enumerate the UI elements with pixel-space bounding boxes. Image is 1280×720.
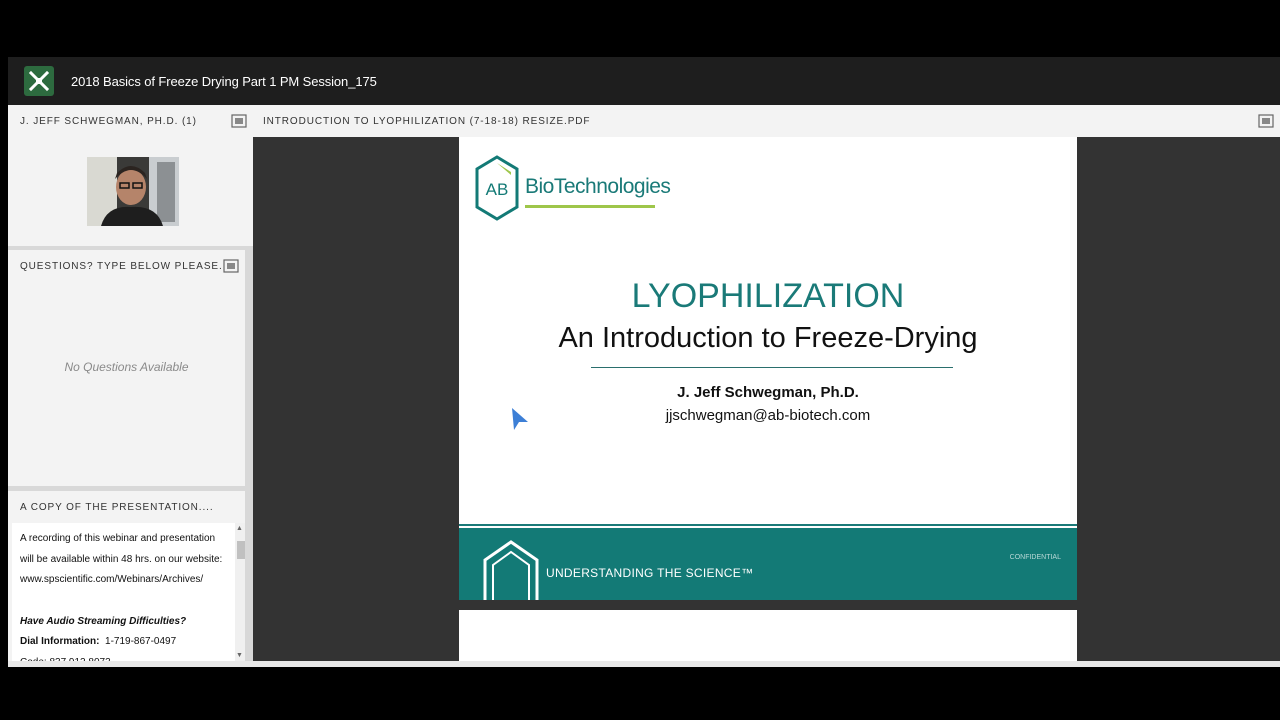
scroll-up-icon[interactable]: ▲ — [236, 525, 243, 532]
slide-footer: UNDERSTANDING THE SCIENCE™ CONFIDENTIAL — [459, 528, 1077, 600]
notes-content: A recording of this webinar and presenta… — [12, 523, 240, 661]
hexagon-logo-icon: AB — [475, 155, 519, 221]
ab-biotech-logo: AB BioTechnologies — [473, 155, 671, 228]
bottom-strip — [8, 661, 1280, 667]
app-logo-icon — [24, 66, 54, 96]
next-slide-edge — [459, 610, 1077, 661]
share-pod-title: INTRODUCTION TO LYOPHILIZATION (7-18-18)… — [263, 115, 591, 127]
camera-pod-header: J. JEFF SCHWEGMAN, PH.D. (1) — [8, 105, 253, 137]
notes-line: will be available within 48 hrs. on our … — [20, 553, 223, 565]
brand-initials: AB — [486, 180, 509, 199]
notes-scrollbar[interactable]: ▲ ▼ — [235, 523, 245, 661]
presenter-name: J. Jeff Schwegman, Ph.D. — [677, 384, 859, 401]
questions-pod: QUESTIONS? TYPE BELOW PLEASE. No Questio… — [8, 250, 245, 486]
house-outline-icon — [483, 540, 539, 600]
slide-subtitle: An Introduction to Freeze-Drying — [558, 322, 978, 354]
no-questions-message: No Questions Available — [64, 360, 189, 374]
notes-pod-title: A COPY OF THE PRESENTATION.... — [20, 501, 214, 513]
scroll-down-icon[interactable]: ▼ — [236, 652, 243, 659]
questions-pod-title: QUESTIONS? TYPE BELOW PLEASE. — [20, 260, 223, 272]
dial-label: Dial Information: — [20, 636, 100, 647]
notes-pod-header: A COPY OF THE PRESENTATION.... — [8, 491, 245, 523]
share-pod-header: INTRODUCTION TO LYOPHILIZATION (7-18-18)… — [253, 105, 1280, 137]
app-title-bar: 2018 Basics of Freeze Drying Part 1 PM S… — [8, 57, 1280, 105]
meeting-title: 2018 Basics of Freeze Drying Part 1 PM S… — [71, 73, 377, 89]
brand-name: BioTechnologies — [525, 175, 671, 198]
questions-pod-header: QUESTIONS? TYPE BELOW PLEASE. — [8, 250, 245, 282]
slide-title: LYOPHILIZATION — [631, 277, 905, 315]
slide-tagline: UNDERSTANDING THE SCIENCE™ — [546, 566, 754, 580]
maximize-icon[interactable] — [1258, 114, 1274, 128]
code-line: Code: 837 912 8073 — [20, 653, 240, 662]
camera-pod-title: J. JEFF SCHWEGMAN, PH.D. (1) — [20, 115, 197, 127]
audio-heading: Have Audio Streaming Difficulties? — [20, 615, 187, 627]
presenter-email: jjschwegman@ab-biotech.com — [665, 407, 871, 424]
brand-underline — [525, 205, 655, 208]
presenter-video — [87, 157, 179, 226]
camera-pod: J. JEFF SCHWEGMAN, PH.D. (1) — [8, 105, 253, 246]
presentation-slide: AB BioTechnologies LYOPHILIZATION An Int… — [459, 137, 1077, 600]
confidential-label: CONFIDENTIAL — [1009, 554, 1061, 561]
maximize-icon[interactable] — [231, 114, 247, 128]
pointer-cursor-icon — [512, 408, 528, 430]
dial-number: 1-719-867-0497 — [105, 636, 177, 647]
footer-rule — [459, 524, 1077, 526]
dial-info: Dial Information: 1-719-867-0497 — [20, 632, 240, 653]
share-content-area[interactable]: AB BioTechnologies LYOPHILIZATION An Int… — [253, 137, 1280, 661]
notes-pod: A COPY OF THE PRESENTATION.... A recordi… — [8, 491, 245, 661]
slide-divider — [591, 367, 953, 368]
scroll-thumb[interactable] — [237, 541, 245, 559]
notes-line: A recording of this webinar and presenta… — [20, 533, 216, 544]
notes-link[interactable]: www.spscientific.com/Webinars/Archives/ — [20, 570, 240, 591]
maximize-icon[interactable] — [223, 259, 239, 273]
left-pod-column: J. JEFF SCHWEGMAN, PH.D. (1) QUESTIONS? — [8, 105, 253, 661]
